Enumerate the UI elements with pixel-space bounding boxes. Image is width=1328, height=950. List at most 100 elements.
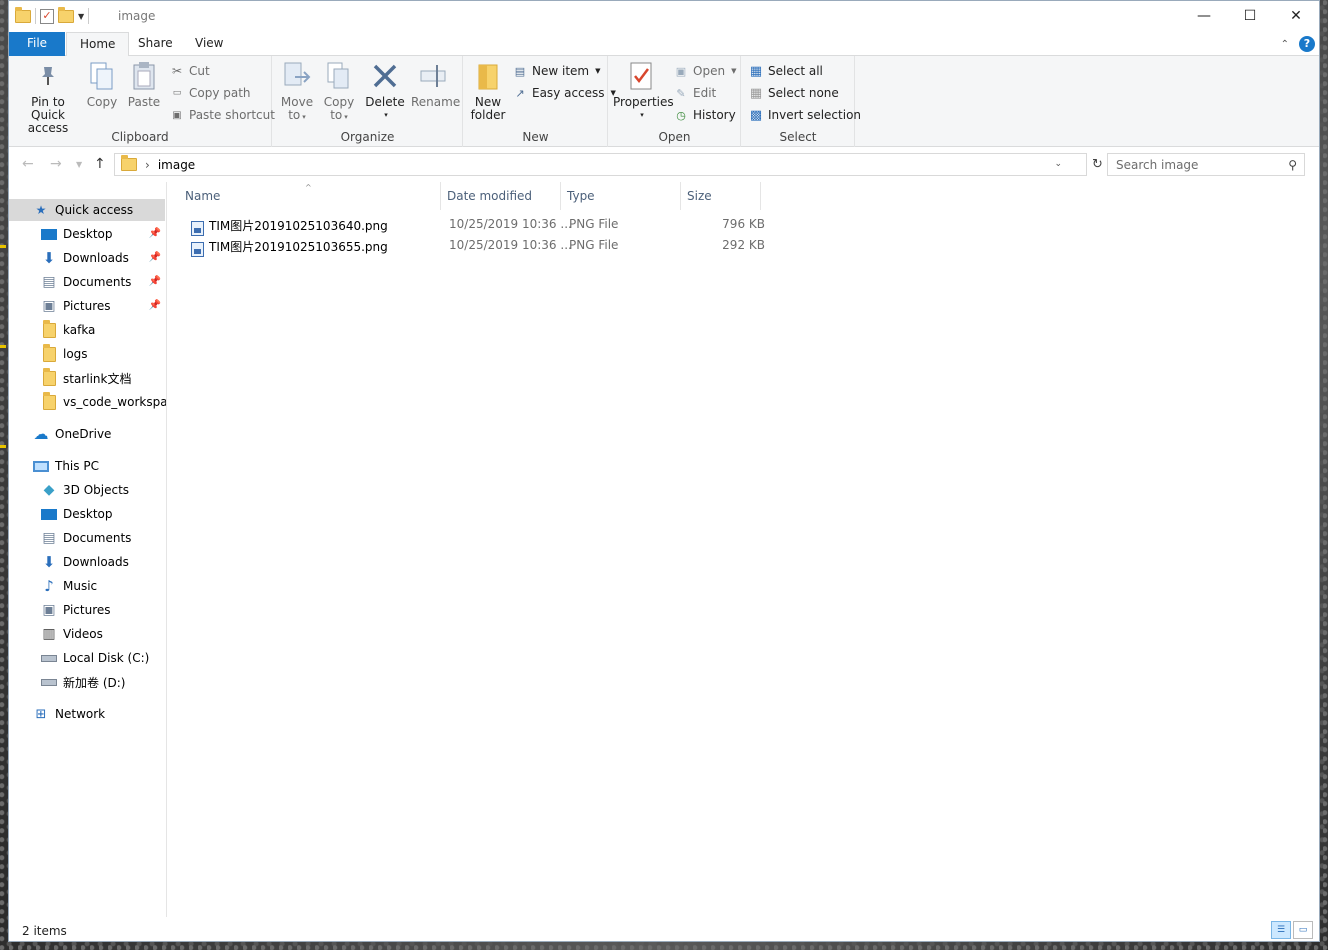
nav-quick-access[interactable]: ★ Quick access bbox=[9, 199, 165, 221]
refresh-icon[interactable]: ↻ bbox=[1086, 154, 1108, 175]
nav-pc-downloads[interactable]: ⬇ Downloads bbox=[9, 551, 165, 573]
properties-icon[interactable]: ✓ bbox=[40, 8, 54, 24]
pin-icon[interactable]: 📌 bbox=[149, 228, 161, 239]
column-header-size[interactable]: Size bbox=[681, 182, 761, 210]
open-button[interactable]: ▣ Open ▼ bbox=[673, 61, 737, 81]
pin-to-quick-access-button[interactable]: Pin to Quick access bbox=[15, 60, 81, 135]
back-arrow-icon[interactable]: ← bbox=[22, 156, 34, 172]
chevron-down-icon: ▼ bbox=[595, 67, 601, 75]
search-icon[interactable]: ⚲ bbox=[1288, 158, 1297, 172]
customize-toolbar-chevron-icon[interactable]: ▼ bbox=[78, 12, 84, 21]
new-folder-icon[interactable] bbox=[58, 6, 74, 23]
nav-pc-desktop[interactable]: Desktop bbox=[9, 503, 165, 525]
breadcrumb-path[interactable]: image bbox=[158, 158, 195, 172]
copy-path-button[interactable]: ▭ Copy path bbox=[169, 83, 251, 103]
select-none-label: Select none bbox=[768, 86, 839, 100]
nav-quick-starlink[interactable]: starlink文档 bbox=[9, 367, 165, 389]
music-note-icon: ♪ bbox=[44, 577, 54, 595]
copy-to-button[interactable]: Copy to ▾ bbox=[321, 60, 357, 124]
maximize-button[interactable]: ☐ bbox=[1227, 1, 1273, 31]
file-name[interactable]: TIM图片20191025103655.png bbox=[209, 238, 388, 255]
new-item-button[interactable]: ▤ New item ▼ bbox=[512, 61, 601, 81]
column-header-date[interactable]: Date modified bbox=[441, 182, 561, 210]
pin-icon[interactable]: 📌 bbox=[149, 252, 161, 263]
nav-quick-pictures[interactable]: ▣ Pictures 📌 bbox=[9, 295, 165, 317]
table-row[interactable]: TIM图片20191025103640.png 10/25/2019 10:36… bbox=[185, 214, 765, 236]
invert-selection-label: Invert selection bbox=[768, 108, 862, 122]
column-header-type[interactable]: Type bbox=[561, 182, 681, 210]
nav-pc-3d-objects[interactable]: ◆ 3D Objects bbox=[9, 479, 165, 501]
cut-button[interactable]: ✂ Cut bbox=[169, 61, 210, 81]
select-all-button[interactable]: ▦ Select all bbox=[748, 61, 823, 81]
move-to-button[interactable]: Move to ▾ bbox=[279, 60, 315, 124]
column-header-name[interactable]: Name ^ bbox=[179, 182, 441, 210]
chevron-down-icon: ▼ bbox=[731, 67, 737, 75]
up-arrow-icon[interactable]: ↑ bbox=[94, 156, 106, 172]
rename-label: Rename bbox=[411, 95, 461, 109]
move-to-icon bbox=[281, 60, 313, 92]
search-box[interactable]: ⚲ bbox=[1107, 153, 1305, 176]
nav-label: vs_code_workspace bbox=[63, 395, 167, 409]
nav-pc-videos[interactable]: ▥ Videos bbox=[9, 623, 165, 645]
nav-onedrive[interactable]: ☁ OneDrive bbox=[9, 423, 165, 445]
tab-home[interactable]: Home bbox=[66, 32, 130, 57]
properties-button[interactable]: Properties ▾ bbox=[613, 60, 674, 122]
nav-quick-kafka[interactable]: kafka bbox=[9, 319, 165, 341]
nav-label: Videos bbox=[63, 627, 103, 641]
new-folder-button[interactable]: New folder bbox=[468, 60, 508, 122]
pictures-icon: ▣ bbox=[42, 298, 56, 314]
nav-label: 新加卷 (D:) bbox=[63, 675, 126, 690]
nav-network[interactable]: ⊞ Network bbox=[9, 703, 165, 725]
edit-button[interactable]: ✎ Edit bbox=[673, 83, 716, 103]
search-input[interactable] bbox=[1116, 157, 1276, 172]
pin-icon bbox=[32, 60, 64, 92]
new-item-icon: ▤ bbox=[514, 64, 526, 78]
forward-arrow-icon[interactable]: → bbox=[50, 156, 62, 172]
tab-share[interactable]: Share bbox=[125, 32, 186, 56]
group-select: ▦ Select all ▦ Select none ▩ Invert sele… bbox=[742, 56, 861, 147]
rename-button[interactable]: Rename bbox=[411, 60, 461, 109]
large-icons-view-icon[interactable]: ▭ bbox=[1293, 921, 1313, 939]
details-view-icon[interactable]: ☰ bbox=[1271, 921, 1291, 939]
pin-icon[interactable]: 📌 bbox=[149, 300, 161, 311]
nav-pc-documents[interactable]: ▤ Documents bbox=[9, 527, 165, 549]
film-icon: ▥ bbox=[42, 626, 56, 642]
copy-button[interactable]: Copy bbox=[85, 60, 119, 109]
nav-quick-documents[interactable]: ▤ Documents 📌 bbox=[9, 271, 165, 293]
help-button[interactable]: ? bbox=[1299, 36, 1315, 52]
minimize-button[interactable]: — bbox=[1181, 1, 1227, 31]
tab-view[interactable]: View bbox=[182, 32, 236, 56]
nav-pc-pictures[interactable]: ▣ Pictures bbox=[9, 599, 165, 621]
address-history-chevron-icon[interactable]: ⌄ bbox=[1054, 159, 1062, 169]
file-name[interactable]: TIM图片20191025103640.png bbox=[209, 217, 388, 234]
copy-to-label-2: to ▾ bbox=[330, 108, 348, 122]
recent-locations-chevron-icon[interactable]: ▼ bbox=[76, 160, 82, 169]
cloud-icon: ☁ bbox=[33, 425, 49, 443]
close-button[interactable]: ✕ bbox=[1273, 1, 1319, 31]
address-bar[interactable]: › image ⌄ ↻ bbox=[114, 153, 1103, 176]
nav-pc-music[interactable]: ♪ Music bbox=[9, 575, 165, 597]
nav-pc-local-disk-c[interactable]: Local Disk (C:) bbox=[9, 647, 165, 669]
invert-selection-button[interactable]: ▩ Invert selection bbox=[748, 105, 861, 125]
nav-quick-logs[interactable]: logs bbox=[9, 343, 165, 365]
column-label: Type bbox=[567, 189, 595, 203]
collapse-ribbon-icon[interactable]: ⌃ bbox=[1281, 39, 1289, 50]
nav-quick-vs-code-workspace[interactable]: vs_code_workspace bbox=[9, 391, 167, 413]
paste-shortcut-button[interactable]: ▣ Paste shortcut bbox=[169, 105, 275, 125]
tab-file[interactable]: File bbox=[9, 32, 65, 56]
nav-pc-drive-d[interactable]: 新加卷 (D:) bbox=[9, 671, 165, 693]
select-all-icon: ▦ bbox=[749, 63, 763, 79]
nav-label: Quick access bbox=[55, 203, 134, 217]
easy-access-button[interactable]: ↗ Easy access ▼ bbox=[512, 83, 616, 103]
group-organize: Move to ▾ Copy to ▾ Delete ▾ Rename Orga… bbox=[273, 56, 463, 147]
history-button[interactable]: ◷ History bbox=[673, 105, 736, 125]
select-none-button[interactable]: ▦ Select none bbox=[748, 83, 839, 103]
pin-icon[interactable]: 📌 bbox=[149, 276, 161, 287]
nav-quick-downloads[interactable]: ⬇ Downloads 📌 bbox=[9, 247, 165, 269]
delete-button[interactable]: Delete ▾ bbox=[365, 60, 405, 122]
breadcrumb-separator-icon[interactable]: › bbox=[145, 158, 150, 172]
nav-quick-desktop[interactable]: Desktop 📌 bbox=[9, 223, 165, 245]
paste-button[interactable]: Paste bbox=[125, 60, 163, 109]
table-row[interactable]: TIM图片20191025103655.png 10/25/2019 10:36… bbox=[185, 235, 765, 257]
nav-this-pc[interactable]: This PC bbox=[9, 455, 165, 477]
